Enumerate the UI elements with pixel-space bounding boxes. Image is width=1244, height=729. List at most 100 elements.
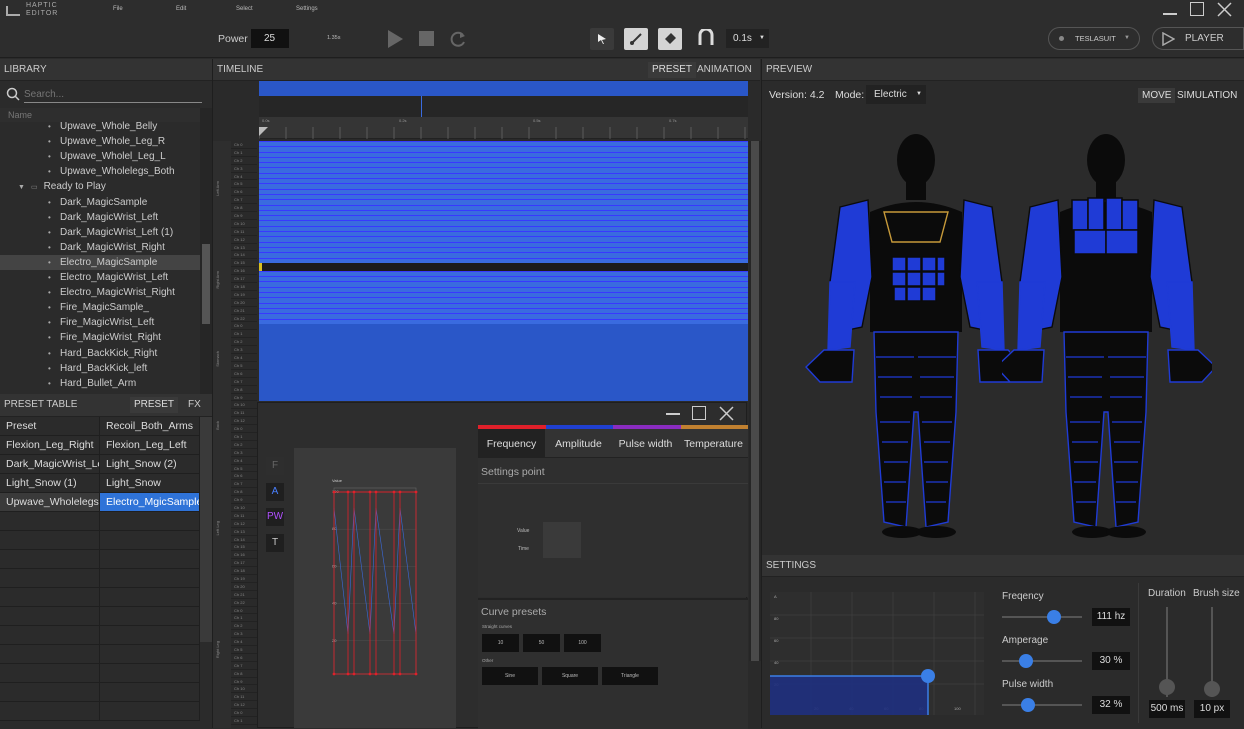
table-cell[interactable] (0, 664, 100, 682)
curve-graph-panel[interactable]: Value 100 80 60 40 20 (294, 448, 456, 728)
selected-track-gap[interactable] (259, 262, 748, 271)
timeline-scrollbar[interactable] (749, 141, 761, 661)
table-row[interactable] (0, 664, 200, 683)
duration-value[interactable]: 500 ms (1149, 700, 1185, 718)
list-item[interactable]: • Electro_MagicWrist_Right (0, 285, 200, 300)
table-cell[interactable] (0, 531, 100, 549)
body-front-figure[interactable] (800, 132, 1010, 545)
folder-item[interactable]: ▼ ▭ Ready to Play (0, 179, 200, 194)
table-cell[interactable] (100, 626, 200, 644)
amplitude-toggle[interactable]: A (266, 483, 284, 501)
temperature-toggle[interactable]: T (266, 534, 284, 552)
mode-select[interactable]: Electric ▼ (866, 85, 926, 104)
maximize-icon[interactable] (692, 406, 706, 420)
table-row[interactable] (0, 588, 200, 607)
pulse-width-slider-knob[interactable] (1020, 698, 1035, 712)
table-row[interactable] (0, 569, 200, 588)
amperage-value[interactable]: 30 % (1092, 652, 1130, 670)
list-item[interactable]: • Dark_MagicWrist_Left (1) (0, 225, 200, 240)
table-row[interactable]: Light_Snow (1) Light_Snow (0, 474, 200, 493)
duration-slider-knob[interactable] (1159, 679, 1175, 695)
list-item[interactable]: • Dark_MagicSample (0, 195, 200, 210)
settings-graph[interactable]: A8060402020406080100120 (770, 592, 984, 715)
list-item[interactable]: • Upwave_Whole_Belly (0, 119, 200, 134)
minimize-icon[interactable] (666, 413, 680, 415)
list-item[interactable]: • Fire_MagicSample_ (0, 300, 200, 315)
power-input[interactable]: 25 (251, 29, 289, 48)
table-row[interactable] (0, 702, 200, 721)
table-cell[interactable] (100, 702, 200, 720)
tab-amplitude[interactable]: Amplitude (545, 429, 612, 457)
list-item[interactable]: • Hard_BackKick_Right (0, 346, 200, 361)
time-ruler[interactable]: 0.0s 0.2s 0.5s 0.7s (259, 117, 748, 139)
preset-10-button[interactable]: 10 (482, 634, 519, 652)
tab-animation[interactable]: ANIMATION (697, 59, 752, 81)
table-row[interactable] (0, 645, 200, 664)
tab-frequency[interactable]: Frequency (478, 429, 545, 457)
list-item[interactable]: • Upwave_Whole_Leg_R (0, 134, 200, 149)
menu-file[interactable]: File (113, 6, 123, 12)
table-cell[interactable] (100, 569, 200, 587)
table-row[interactable] (0, 683, 200, 702)
triangle-button[interactable]: Triangle (602, 667, 658, 685)
table-cell[interactable]: Upwave_Wholelegs... (0, 493, 100, 511)
amperage-slider-knob[interactable] (1019, 654, 1033, 668)
table-row[interactable] (0, 550, 200, 569)
table-cell[interactable] (0, 626, 100, 644)
list-item[interactable]: • Dark_MagicWrist_Right (0, 240, 200, 255)
table-cell[interactable] (0, 702, 100, 720)
table-row[interactable] (0, 531, 200, 550)
table-cell[interactable] (100, 607, 200, 625)
table-cell[interactable] (100, 683, 200, 701)
brush-size-slider-knob[interactable] (1204, 681, 1220, 697)
table-cell[interactable] (0, 607, 100, 625)
list-item[interactable]: • Hard_BackKick_left (0, 361, 200, 376)
tab-temperature[interactable]: Temperature (679, 429, 748, 457)
table-cell[interactable] (100, 531, 200, 549)
maximize-icon[interactable] (1190, 2, 1204, 16)
menu-settings[interactable]: Settings (296, 6, 318, 12)
frequency-toggle[interactable]: F (266, 457, 284, 475)
table-cell[interactable] (100, 512, 200, 530)
interval-select[interactable]: 0.1s ▼ (726, 29, 769, 48)
table-cell[interactable] (0, 569, 100, 587)
table-cell[interactable] (100, 645, 200, 663)
table-row[interactable] (0, 512, 200, 531)
channel-track[interactable] (259, 318, 748, 324)
body-back-figure[interactable] (1002, 132, 1212, 545)
table-cell[interactable] (0, 645, 100, 663)
table-cell[interactable]: Light_Snow (2) (100, 455, 200, 473)
time-field[interactable] (543, 540, 581, 558)
menu-select[interactable]: Select (236, 6, 253, 12)
list-item[interactable]: • Dark_MagicWrist_Left (0, 210, 200, 225)
table-row[interactable]: Flexion_Leg_Right Flexion_Leg_Left (0, 436, 200, 455)
table-cell[interactable]: Recoil_Both_Arms (100, 417, 200, 435)
player-button[interactable]: PLAYER (1152, 27, 1244, 50)
preset-table-scrollbar[interactable] (200, 417, 212, 642)
table-cell[interactable] (0, 550, 100, 568)
table-cell[interactable] (100, 550, 200, 568)
table-row[interactable] (0, 607, 200, 626)
frequency-slider-knob[interactable] (1047, 610, 1061, 624)
table-row[interactable]: Upwave_Wholelegs... Electro_MgicSample (0, 493, 200, 512)
table-cell[interactable]: Dark_MagicWrist_Left (0, 455, 100, 473)
loop-icon[interactable] (449, 30, 467, 48)
overview-strip[interactable] (259, 81, 748, 117)
curve-plot[interactable]: 10080604020 (294, 448, 456, 728)
stop-icon[interactable] (419, 31, 434, 46)
brush-size-value[interactable]: 10 px (1194, 700, 1230, 718)
preset-100-button[interactable]: 100 (564, 634, 601, 652)
frequency-value[interactable]: 111 hz (1092, 608, 1130, 626)
table-cell[interactable]: Flexion_Leg_Right (0, 436, 100, 454)
pulse-width-value[interactable]: 32 % (1092, 696, 1130, 714)
chevron-down-icon[interactable]: ▼ (18, 184, 25, 191)
table-row[interactable] (0, 626, 200, 645)
pulse-width-toggle[interactable]: PW (266, 508, 284, 526)
tab-preset[interactable]: PRESET (648, 62, 697, 78)
eraser-tool-icon[interactable] (658, 28, 682, 50)
list-item[interactable]: • Electro_MagicWrist_Left (0, 270, 200, 285)
device-selector[interactable]: TESLASUIT ▼ (1048, 27, 1140, 50)
table-cell[interactable] (100, 588, 200, 606)
table-row[interactable]: Preset Recoil_Both_Arms (0, 417, 200, 436)
list-item[interactable]: • Hard_Bullet_Arm (0, 376, 200, 391)
